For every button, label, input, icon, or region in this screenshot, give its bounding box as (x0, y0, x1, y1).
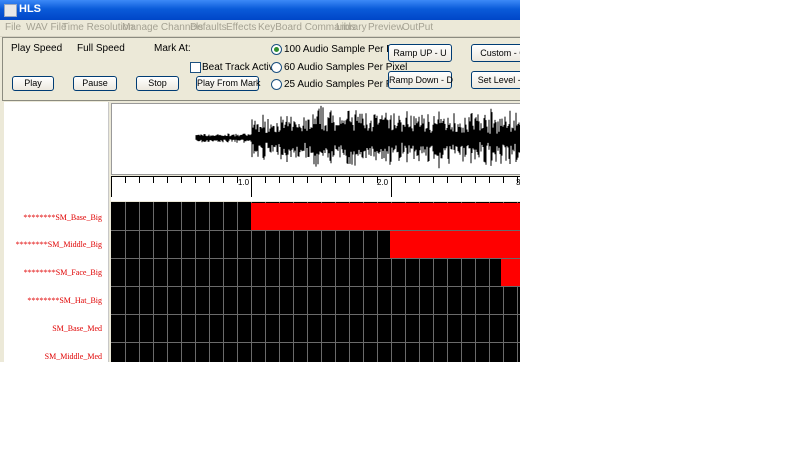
ruler-tick (335, 177, 336, 183)
grid-row-line (111, 258, 520, 259)
channel-timeline-grid[interactable] (111, 202, 520, 362)
ruler-tick (237, 177, 238, 183)
resolution-100-radio[interactable] (271, 44, 282, 55)
window-title: HLS (19, 3, 41, 15)
channel-effect-bar[interactable] (501, 259, 520, 286)
channel-effect-bar[interactable] (251, 203, 520, 230)
full-speed-label: Full Speed (77, 43, 125, 54)
time-ruler[interactable]: 1.0 2.0 3 (111, 176, 520, 201)
ruler-tick (433, 177, 434, 183)
ruler-tick (251, 177, 252, 197)
ruler-tick (279, 177, 280, 183)
channel-label[interactable]: ********SM_Base_Big (23, 213, 102, 222)
resolution-25-radio[interactable] (271, 79, 282, 90)
channel-label[interactable]: ********SM_Hat_Big (27, 296, 102, 305)
app-icon (4, 4, 17, 17)
ruler-tick (489, 177, 490, 183)
ruler-tick (195, 177, 196, 183)
ruler-tick (167, 177, 168, 183)
grid-row-line (111, 314, 520, 315)
resolution-60-radio[interactable] (271, 62, 282, 73)
toolbar-panel: Play Speed Full Speed Mark At: Play Paus… (2, 37, 520, 101)
ruler-tick (265, 177, 266, 183)
ruler-tick (125, 177, 126, 183)
grid-row-line (111, 342, 520, 343)
ruler-tick (321, 177, 322, 183)
grid-column-line (209, 202, 210, 362)
ruler-tick (461, 177, 462, 183)
ruler-tick (223, 177, 224, 183)
menu-effects[interactable]: Effects (226, 22, 256, 33)
ruler-tick (419, 177, 420, 183)
grid-column-line (139, 202, 140, 362)
grid-column-line (223, 202, 224, 362)
audio-waveform (195, 105, 520, 169)
channel-label[interactable]: ********SM_Middle_Big (16, 240, 102, 249)
ruler-tick (209, 177, 210, 183)
ruler-tick (153, 177, 154, 183)
custom-button[interactable]: Custom - C (471, 44, 520, 62)
ruler-tick (377, 177, 378, 183)
ruler-tick (349, 177, 350, 183)
play-from-mark-button[interactable]: Play From Mark (196, 76, 261, 91)
ruler-tick (517, 177, 518, 183)
ruler-tick (307, 177, 308, 183)
menu-wav-file[interactable]: WAV File (26, 22, 67, 33)
grid-column-line (237, 202, 238, 362)
app-window: HLS File WAV File Time Resolution Manage… (0, 0, 520, 362)
grid-row-line (111, 286, 520, 287)
channel-effect-bar[interactable] (390, 231, 520, 258)
grid-column-line (153, 202, 154, 362)
play-speed-label: Play Speed (11, 43, 63, 54)
ramp-up-button[interactable]: Ramp UP - U (388, 44, 452, 62)
ruler-tick (139, 177, 140, 183)
channel-label[interactable]: SM_Base_Med (52, 324, 102, 333)
ruler-tick (475, 177, 476, 183)
ruler-tick (405, 177, 406, 183)
channel-label[interactable]: SM_Middle_Med (45, 352, 102, 361)
mark-at-label: Mark At: (154, 43, 191, 54)
ruler-label: 1.0 (238, 178, 250, 187)
title-bar: HLS (0, 0, 520, 20)
ruler-label: 2.0 (377, 178, 389, 187)
grid-column-line (125, 202, 126, 362)
grid-column-line (167, 202, 168, 362)
grid-column-line (195, 202, 196, 362)
ruler-tick (447, 177, 448, 183)
pause-button[interactable]: Pause (73, 76, 117, 91)
waveform-trace (195, 105, 520, 169)
menu-output[interactable]: OutPut (402, 22, 433, 33)
ruler-tick (391, 177, 392, 197)
beat-track-checkbox[interactable] (190, 62, 201, 73)
ramp-down-button[interactable]: Ramp Down - D (388, 71, 453, 89)
ruler-tick (111, 177, 112, 197)
stop-button[interactable]: Stop (136, 76, 179, 91)
menu-preview[interactable]: Preview (368, 22, 404, 33)
menu-bar: File WAV File Time Resolution Manage Cha… (0, 20, 520, 37)
ruler-tick (181, 177, 182, 183)
set-level-button[interactable]: Set Level - L (471, 71, 520, 89)
channel-label[interactable]: ********SM_Face_Big (24, 268, 102, 277)
menu-library[interactable]: Library (336, 22, 367, 33)
grid-column-line (181, 202, 182, 362)
play-button[interactable]: Play (12, 76, 54, 91)
beat-track-label: Beat Track Active (202, 62, 280, 73)
menu-file[interactable]: File (5, 22, 21, 33)
ruler-tick (363, 177, 364, 183)
menu-defaults[interactable]: Defaults (190, 22, 227, 33)
waveform-view[interactable] (111, 103, 520, 175)
ruler-tick (293, 177, 294, 183)
channel-list: ********SM_Base_Big ********SM_Middle_Bi… (4, 102, 109, 362)
ruler-tick (503, 177, 504, 183)
